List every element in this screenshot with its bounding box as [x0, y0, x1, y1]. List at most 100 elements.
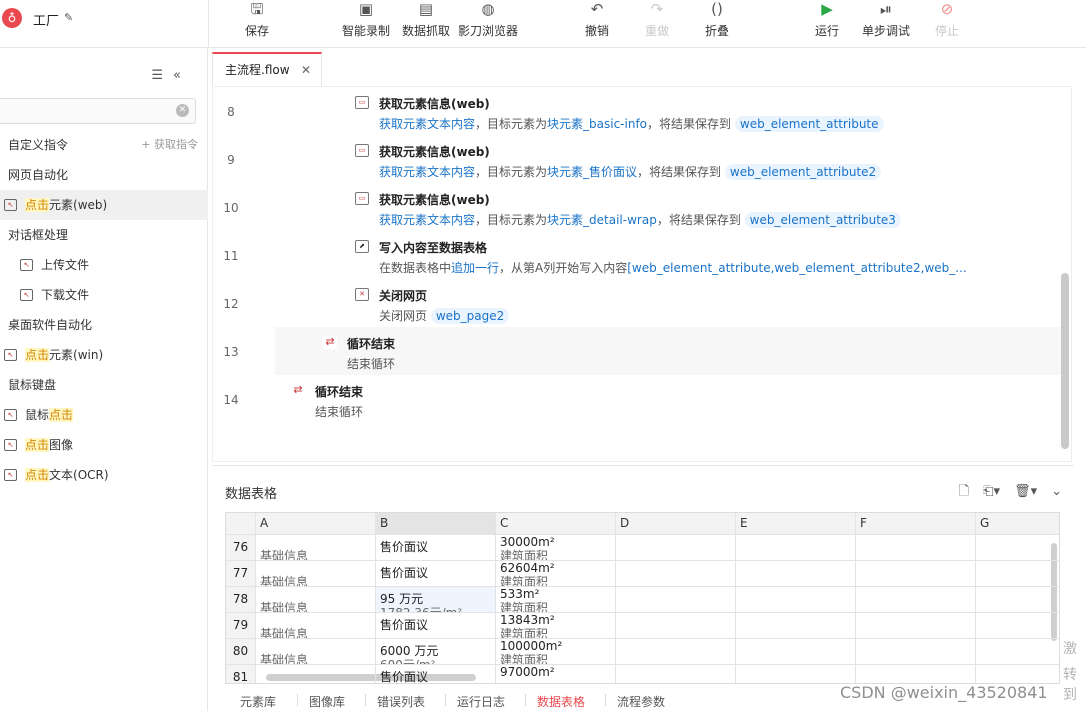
table-cell[interactable] — [616, 587, 736, 613]
clear-search-icon[interactable]: ✕ — [176, 104, 189, 117]
row-number[interactable]: 81 — [226, 665, 256, 683]
table-cell[interactable]: 售价面议 — [376, 613, 496, 639]
table-cell[interactable] — [856, 613, 976, 639]
table-cell[interactable] — [736, 639, 856, 665]
table-cell[interactable] — [856, 665, 976, 683]
grid-corner[interactable] — [226, 513, 256, 535]
table-cell[interactable]: 售价面议 — [376, 561, 496, 587]
toolbar-button-4[interactable]: ↶ 撤销 — [585, 0, 609, 44]
table-cell[interactable] — [976, 561, 1059, 587]
sidebar-item-2[interactable]: 对话框处理 — [0, 220, 208, 250]
table-cell[interactable] — [736, 535, 856, 561]
table-cell[interactable] — [976, 665, 1059, 683]
table-cell[interactable]: 基础信息 — [256, 587, 376, 613]
table-cell[interactable]: 基础信息 — [256, 561, 376, 587]
sidebar-custom-commands[interactable]: 自定义指令 + 获取指令 — [0, 130, 208, 160]
toolbar-button-5[interactable]: ↷ 重做 — [645, 0, 669, 44]
row-number[interactable]: 77 — [226, 561, 256, 587]
row-number[interactable]: 78 — [226, 587, 256, 613]
column-header[interactable]: C — [496, 513, 616, 535]
row-number[interactable]: 80 — [226, 639, 256, 665]
data-grid[interactable]: A B C D E F G 76 基础信息 售价面议 30000m² 建筑面积 77 基础信息 售价面议 62… — [225, 512, 1060, 684]
sidebar-item-3[interactable]: ↖ 上传文件 — [0, 250, 208, 280]
table-cell[interactable] — [256, 665, 376, 683]
table-cell[interactable] — [976, 613, 1059, 639]
column-header[interactable]: A — [256, 513, 376, 535]
sidebar-item-1[interactable]: ↖ 点击元素(web) — [0, 190, 208, 220]
row-number[interactable]: 76 — [226, 535, 256, 561]
sidebar-item-label: 网页自动化 — [8, 168, 69, 182]
table-cell[interactable] — [736, 665, 856, 683]
table-cell[interactable] — [736, 613, 856, 639]
toolbar-button-3[interactable]: ◍ 影刀浏览器 — [458, 0, 518, 44]
table-cell[interactable]: 533m² 建筑面积 — [496, 587, 616, 613]
export-icon[interactable]: ⎗▾ — [983, 484, 1000, 499]
editor-scrollbar[interactable] — [1061, 273, 1069, 449]
new-file-icon[interactable]: 🗋 — [959, 484, 969, 499]
bottom-tab-3[interactable]: 运行日志 — [457, 693, 505, 710]
table-cell[interactable]: 售价面议 — [376, 665, 496, 683]
toolbar-button-8[interactable]: ⏯ 单步调试 — [862, 0, 910, 44]
table-cell[interactable] — [856, 561, 976, 587]
column-header[interactable]: F — [856, 513, 976, 535]
edit-title-icon[interactable]: ✎ — [64, 11, 73, 24]
delete-icon[interactable]: 🗑▾ — [1014, 484, 1037, 499]
table-cell[interactable] — [856, 535, 976, 561]
column-header[interactable]: G — [976, 513, 1059, 535]
sidebar-item-7[interactable]: 鼠标键盘 — [0, 370, 208, 400]
table-cell[interactable]: 97000m² — [496, 665, 616, 683]
table-cell[interactable] — [856, 587, 976, 613]
toolbar-button-0[interactable]: 🖫 保存 — [245, 0, 269, 44]
table-cell[interactable]: 62604m² 建筑面积 — [496, 561, 616, 587]
table-cell[interactable] — [976, 535, 1059, 561]
bottom-tab-0[interactable]: 元素库 — [240, 693, 276, 710]
row-number[interactable]: 79 — [226, 613, 256, 639]
sidebar-item-5[interactable]: 桌面软件自动化 — [0, 310, 208, 340]
column-header[interactable]: B — [376, 513, 496, 535]
sort-icon[interactable]: ☰ — [151, 68, 173, 83]
toolbar-button-7[interactable]: ▶ 运行 — [815, 0, 839, 44]
table-cell[interactable]: 基础信息 — [256, 613, 376, 639]
sidebar-item-9[interactable]: ↖ 点击图像 — [0, 430, 208, 460]
sidebar-item-0[interactable]: 网页自动化 — [0, 160, 208, 190]
table-cell[interactable]: 售价面议 — [376, 535, 496, 561]
line-number: 9 — [227, 153, 235, 167]
collapse-panel-icon[interactable]: ⌄ — [1051, 484, 1062, 499]
toolbar-button-2[interactable]: ▤ 数据抓取 — [402, 0, 450, 44]
sidebar-item-6[interactable]: ↖ 点击元素(win) — [0, 340, 208, 370]
sidebar-item-4[interactable]: ↖ 下载文件 — [0, 280, 208, 310]
table-cell[interactable] — [616, 613, 736, 639]
table-cell[interactable] — [616, 665, 736, 683]
tab-main-flow[interactable]: 主流程.flow ✕ — [212, 52, 322, 86]
sidebar-item-10[interactable]: ↖ 点击文本(OCR) — [0, 460, 208, 490]
table-cell[interactable] — [736, 587, 856, 613]
bottom-tab-5[interactable]: 流程参数 — [617, 693, 665, 710]
table-cell[interactable] — [616, 535, 736, 561]
collapse-sidebar-icon[interactable]: « — [173, 68, 191, 83]
table-cell[interactable]: 30000m² 建筑面积 — [496, 535, 616, 561]
column-header[interactable]: D — [616, 513, 736, 535]
get-command-link[interactable]: + 获取指令 — [141, 130, 198, 160]
bottom-tab-2[interactable]: 错误列表 — [377, 693, 425, 710]
table-cell[interactable]: 基础信息 — [256, 639, 376, 665]
table-cell[interactable] — [616, 639, 736, 665]
table-cell[interactable] — [976, 639, 1059, 665]
bottom-tab-1[interactable]: 图像库 — [309, 693, 345, 710]
table-cell[interactable] — [736, 561, 856, 587]
table-cell[interactable] — [976, 587, 1059, 613]
table-cell[interactable]: 6000 万元 600元/m² — [376, 639, 496, 665]
toolbar-button-9[interactable]: ⊘ 停止 — [935, 0, 959, 44]
close-tab-icon[interactable]: ✕ — [301, 54, 311, 86]
table-cell[interactable]: 100000m² 建筑面积 — [496, 639, 616, 665]
sidebar-item-8[interactable]: ↖ 鼠标点击 — [0, 400, 208, 430]
bottom-tab-4[interactable]: 数据表格 — [537, 693, 585, 710]
table-cell[interactable]: 基础信息 — [256, 535, 376, 561]
table-cell[interactable]: 95 万元 1782.36元/m² — [376, 587, 496, 613]
command-search-input[interactable]: ✕ — [0, 98, 196, 124]
table-cell[interactable]: 13843m² 建筑面积 — [496, 613, 616, 639]
table-cell[interactable] — [856, 639, 976, 665]
toolbar-button-6[interactable]: () 折叠 — [705, 0, 729, 44]
table-cell[interactable] — [616, 561, 736, 587]
column-header[interactable]: E — [736, 513, 856, 535]
toolbar-button-1[interactable]: ▣ 智能录制 — [342, 0, 390, 44]
